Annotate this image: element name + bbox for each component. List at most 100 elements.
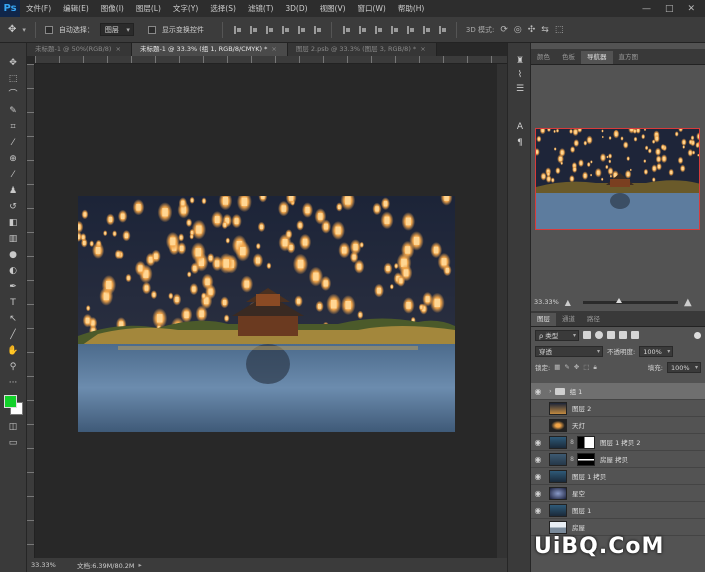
zoom-icon[interactable]: ⚲ [6,361,20,373]
distribute-right-icon[interactable] [421,25,431,35]
distribute-top-icon[interactable] [341,25,351,35]
filter-smart-object-icon[interactable] [631,331,639,339]
visibility-eye-icon[interactable]: ◉ [531,523,545,532]
tab-histogram[interactable]: 直方图 [613,51,645,64]
visibility-eye-icon[interactable]: ◉ [531,489,545,498]
dodge-icon[interactable]: ◐ [6,265,20,277]
stamp-icon[interactable]: ♟ [6,185,20,197]
menu-file[interactable]: 文件(F) [20,0,57,17]
3d-slide-icon[interactable]: ⇆ [541,25,549,35]
menu-select[interactable]: 选择(S) [204,0,242,17]
zoom-out-icon[interactable]: ▲ [565,298,571,307]
adjustments-icon[interactable]: ☰ [514,83,526,95]
distribute-hcenter-icon[interactable] [405,25,415,35]
align-right-icon[interactable] [312,25,322,35]
visibility-eye-icon[interactable]: ◉ [531,387,545,396]
auto-align-icon[interactable] [437,25,447,35]
move-tool-icon[interactable]: ✥ [8,24,16,35]
more-icon[interactable]: ··· [6,377,20,389]
document-image[interactable] [78,196,455,432]
tab-layers[interactable]: 图层 [531,313,556,326]
screen-mode-icon[interactable]: ▭ [6,437,20,449]
menu-help[interactable]: 帮助(H) [392,0,431,17]
quick-mask-icon[interactable]: ◫ [6,421,20,433]
lock-pixels-icon[interactable]: ✎ [564,363,569,371]
align-hcenter-icon[interactable] [296,25,306,35]
visibility-eye-icon[interactable]: ◉ [531,472,545,481]
layer-row[interactable]: ◉ 图层 1 [531,502,705,519]
pen-icon[interactable]: ✒ [6,281,20,293]
tab-close-icon[interactable]: × [115,45,120,53]
navigator-zoom-slider[interactable] [582,297,678,304]
filter-adjustment-icon[interactable] [595,331,603,339]
filter-pixel-icon[interactable] [583,331,591,339]
quick-select-icon[interactable]: ✎ [6,105,20,117]
foreground-color-swatch[interactable] [4,395,17,408]
horizontal-ruler[interactable] [35,56,507,64]
3d-roll-icon[interactable]: ◎ [514,25,522,35]
vertical-scrollbar[interactable] [497,64,507,558]
line-icon[interactable]: ╱ [6,329,20,341]
visibility-eye-icon[interactable]: ◉ [531,438,545,447]
filter-toggle-icon[interactable] [694,331,701,339]
layer-row[interactable]: ◉ 天灯 [531,417,705,434]
layer-row[interactable]: ◉ 8 图层 1 拷贝 2 [531,434,705,451]
gradient-icon[interactable]: ▥ [6,233,20,245]
align-top-icon[interactable] [232,25,242,35]
tab-paths[interactable]: 路径 [581,313,606,326]
type-icon[interactable]: T [6,297,20,309]
tab-close-icon[interactable]: × [271,45,276,53]
crop-icon[interactable]: ⌗ [6,121,20,133]
layer-mask-thumbnail[interactable] [577,435,595,449]
menu-edit[interactable]: 编辑(E) [57,0,95,17]
visibility-eye-icon[interactable]: ◉ [531,421,545,430]
maximize-button[interactable]: □ [665,4,674,14]
layer-mask-thumbnail[interactable] [577,452,595,466]
opacity-field[interactable]: 100% [639,345,674,357]
history-icon[interactable]: ♜ [514,55,526,67]
filter-type-icon[interactable] [607,331,615,339]
blend-mode-dropdown[interactable]: 穿透 [535,345,603,357]
show-transform-checkbox[interactable] [147,25,156,34]
paragraph-icon[interactable]: ¶ [514,137,526,149]
layer-row[interactable]: ◉ 图层 2 [531,400,705,417]
tab-close-icon[interactable]: × [420,45,425,53]
menu-image[interactable]: 图像(I) [95,0,130,17]
vertical-ruler[interactable] [27,64,35,558]
document-tab-active[interactable]: 未标题-1 @ 33.3% (组 1, RGB/8/CMYK) * × [131,43,288,56]
auto-select-dropdown[interactable]: 图层 [99,23,134,36]
layer-row-group[interactable]: ◉ › 组 1 [531,383,705,400]
history-brush-icon[interactable]: ↺ [6,201,20,213]
visibility-eye-icon[interactable]: ◉ [531,506,545,515]
close-button[interactable]: ✕ [687,4,695,14]
mask-link-icon[interactable]: 8 [569,456,575,463]
lock-artboard-icon[interactable]: ⬚ [583,363,589,371]
layer-row[interactable]: ◉ 8 房屋 拷贝 [531,451,705,468]
menu-window[interactable]: 窗口(W) [352,0,392,17]
3d-rotate-icon[interactable]: ⟳ [500,25,508,35]
visibility-eye-icon[interactable]: ◉ [531,404,545,413]
navigator-zoom-handle[interactable] [616,297,623,303]
tool-preset-dropdown-icon[interactable]: ▾ [22,26,26,34]
hand-icon[interactable]: ✋ [6,345,20,357]
tab-navigator[interactable]: 导航器 [581,51,613,64]
healing-icon[interactable]: ⊕ [6,153,20,165]
fill-field[interactable]: 100% [667,361,701,373]
lock-all-icon[interactable]: 🔒︎ [593,363,596,372]
eyedropper-icon[interactable]: ⁄ [6,137,20,149]
align-vcenter-icon[interactable] [248,25,258,35]
path-select-icon[interactable]: ↖ [6,313,20,325]
brush-icon[interactable]: ⁄ [6,169,20,181]
filter-shape-icon[interactable] [619,331,627,339]
mask-link-icon[interactable]: 8 [569,439,575,446]
menu-filter[interactable]: 滤镜(T) [242,0,279,17]
3d-pan-icon[interactable]: ✣ [528,25,536,35]
navigator-zoom-value[interactable]: 33.33% [534,298,559,306]
distribute-vcenter-icon[interactable] [357,25,367,35]
layer-filter-dropdown[interactable]: ρ 类型 [535,329,579,341]
tab-channels[interactable]: 通道 [556,313,581,326]
minimize-button[interactable]: — [642,4,651,14]
distribute-left-icon[interactable] [389,25,399,35]
layer-row[interactable]: ◉ 图层 1 拷贝 [531,468,705,485]
tab-color[interactable]: 颜色 [531,51,556,64]
